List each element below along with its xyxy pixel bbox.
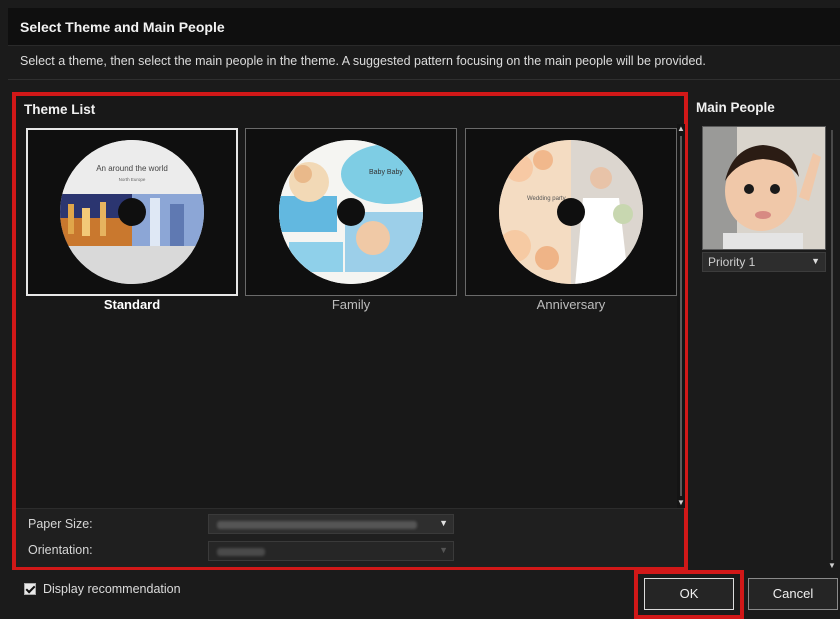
main-people-heading: Main People [696, 100, 775, 115]
orientation-select[interactable]: ▼ [208, 541, 454, 561]
standard-disc-text-2: North Europe [119, 177, 146, 182]
orientation-label: Orientation: [28, 543, 93, 557]
theme-list-scrollbar[interactable]: ▲ ▼ [677, 124, 685, 508]
theme-standard-label[interactable]: Standard [26, 297, 238, 312]
display-recommendation-option[interactable]: Display recommendation [24, 582, 181, 596]
anniversary-disc-image: Wedding party [499, 140, 643, 284]
theme-list-panel: Theme List An around the world North Eur… [12, 92, 688, 570]
person-photo[interactable] [702, 126, 826, 250]
cancel-button[interactable]: Cancel [748, 578, 838, 610]
display-recommendation-checkbox[interactable] [24, 583, 36, 595]
theme-standard[interactable]: An around the world North Europe [26, 128, 238, 296]
theme-anniversary-label[interactable]: Anniversary [465, 297, 677, 312]
theme-list-heading: Theme List [24, 102, 96, 117]
orientation-value-obscured [217, 548, 265, 556]
paper-size-select[interactable]: ▼ [208, 514, 454, 534]
standard-disc-image: An around the world North Europe [60, 140, 204, 284]
main-people-panel: Main People Priority 1 ▼ ▼ [694, 92, 840, 570]
scroll-down-icon[interactable]: ▼ [828, 561, 836, 570]
chevron-down-icon: ▼ [439, 518, 448, 528]
theme-anniversary[interactable]: Wedding party [465, 128, 677, 296]
theme-family[interactable]: Baby Baby [245, 128, 457, 296]
paper-size-value-obscured [217, 521, 417, 529]
person-thumbnail [703, 127, 825, 249]
family-disc-image: Baby Baby [279, 140, 423, 284]
main-people-scrollbar[interactable]: ▼ [828, 122, 836, 570]
scroll-up-icon[interactable]: ▲ [677, 124, 685, 134]
scroll-down-icon[interactable]: ▼ [677, 498, 685, 508]
layout-settings: Paper Size: ▼ Orientation: ▼ [16, 508, 684, 567]
priority-value: Priority 1 [708, 255, 756, 269]
paper-size-label: Paper Size: [28, 517, 93, 531]
family-disc-text: Baby Baby [369, 169, 403, 176]
scroll-track[interactable] [680, 136, 682, 496]
display-recommendation-label: Display recommendation [43, 582, 181, 596]
standard-disc-text-1: An around the world [96, 164, 168, 173]
priority-select[interactable]: Priority 1 ▼ [702, 252, 826, 272]
anniversary-disc-text: Wedding party [527, 196, 566, 202]
theme-family-label[interactable]: Family [245, 297, 457, 312]
ok-button[interactable]: OK [644, 578, 734, 610]
chevron-down-icon: ▼ [811, 256, 820, 266]
scroll-track[interactable] [831, 130, 833, 560]
chevron-down-icon: ▼ [439, 545, 448, 555]
dialog-title: Select Theme and Main People [20, 18, 225, 35]
dialog-instruction: Select a theme, then select the main peo… [8, 46, 840, 80]
dialog-title-bar: Select Theme and Main People [8, 8, 840, 46]
